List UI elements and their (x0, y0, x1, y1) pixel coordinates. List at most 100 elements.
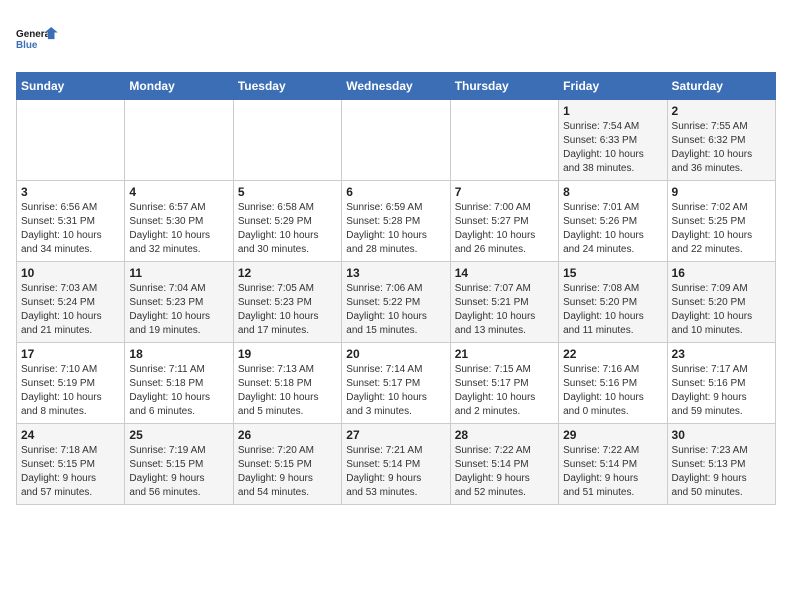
day-number: 21 (455, 347, 554, 361)
day-cell: 29 Sunrise: 7:22 AM Sunset: 5:14 PM Dayli… (559, 424, 667, 505)
day-info: Sunrise: 7:15 AM Sunset: 5:17 PM Dayligh… (455, 363, 554, 419)
day-number: 10 (21, 266, 120, 280)
day-number: 11 (129, 266, 228, 280)
day-cell: 14 Sunrise: 7:07 AM Sunset: 5:21 PM Dayli… (450, 262, 558, 343)
day-number: 17 (21, 347, 120, 361)
day-number: 9 (672, 185, 771, 199)
day-number: 25 (129, 428, 228, 442)
day-info: Sunrise: 7:06 AM Sunset: 5:22 PM Dayligh… (346, 282, 445, 338)
day-cell: 11 Sunrise: 7:04 AM Sunset: 5:23 PM Dayli… (125, 262, 233, 343)
day-info: Sunrise: 7:04 AM Sunset: 5:23 PM Dayligh… (129, 282, 228, 338)
day-number: 18 (129, 347, 228, 361)
day-info: Sunrise: 7:00 AM Sunset: 5:27 PM Dayligh… (455, 201, 554, 257)
day-cell: 5 Sunrise: 6:58 AM Sunset: 5:29 PM Daylig… (233, 181, 341, 262)
day-number: 2 (672, 104, 771, 118)
week-row-3: 10 Sunrise: 7:03 AM Sunset: 5:24 PM Dayli… (17, 262, 776, 343)
day-info: Sunrise: 7:13 AM Sunset: 5:18 PM Dayligh… (238, 363, 337, 419)
day-cell: 4 Sunrise: 6:57 AM Sunset: 5:30 PM Daylig… (125, 181, 233, 262)
day-cell: 17 Sunrise: 7:10 AM Sunset: 5:19 PM Dayli… (17, 343, 125, 424)
day-info: Sunrise: 6:56 AM Sunset: 5:31 PM Dayligh… (21, 201, 120, 257)
day-number: 16 (672, 266, 771, 280)
day-number: 12 (238, 266, 337, 280)
header-thursday: Thursday (450, 73, 558, 100)
day-cell: 16 Sunrise: 7:09 AM Sunset: 5:20 PM Dayli… (667, 262, 775, 343)
day-info: Sunrise: 7:20 AM Sunset: 5:15 PM Dayligh… (238, 444, 337, 500)
day-cell: 25 Sunrise: 7:19 AM Sunset: 5:15 PM Dayli… (125, 424, 233, 505)
day-info: Sunrise: 7:22 AM Sunset: 5:14 PM Dayligh… (455, 444, 554, 500)
day-number: 4 (129, 185, 228, 199)
day-cell: 3 Sunrise: 6:56 AM Sunset: 5:31 PM Daylig… (17, 181, 125, 262)
day-cell: 28 Sunrise: 7:22 AM Sunset: 5:14 PM Dayli… (450, 424, 558, 505)
day-cell: 12 Sunrise: 7:05 AM Sunset: 5:23 PM Dayli… (233, 262, 341, 343)
day-number: 26 (238, 428, 337, 442)
day-info: Sunrise: 7:09 AM Sunset: 5:20 PM Dayligh… (672, 282, 771, 338)
header-monday: Monday (125, 73, 233, 100)
day-number: 22 (563, 347, 662, 361)
day-cell: 2 Sunrise: 7:55 AM Sunset: 6:32 PM Daylig… (667, 100, 775, 181)
week-row-2: 3 Sunrise: 6:56 AM Sunset: 5:31 PM Daylig… (17, 181, 776, 262)
day-info: Sunrise: 6:57 AM Sunset: 5:30 PM Dayligh… (129, 201, 228, 257)
day-number: 15 (563, 266, 662, 280)
day-cell: 24Sunrise: 7:18 AM Sunset: 5:15 PM Dayli… (17, 424, 125, 505)
day-info: Sunrise: 7:21 AM Sunset: 5:14 PM Dayligh… (346, 444, 445, 500)
day-cell: 18 Sunrise: 7:11 AM Sunset: 5:18 PM Dayli… (125, 343, 233, 424)
day-cell: 19Sunrise: 7:13 AM Sunset: 5:18 PM Dayli… (233, 343, 341, 424)
day-info: Sunrise: 7:05 AM Sunset: 5:23 PM Dayligh… (238, 282, 337, 338)
day-cell: 13 Sunrise: 7:06 AM Sunset: 5:22 PM Dayli… (342, 262, 450, 343)
calendar-header-row: SundayMondayTuesdayWednesdayThursdayFrid… (17, 73, 776, 100)
header-saturday: Saturday (667, 73, 775, 100)
day-info: Sunrise: 7:19 AM Sunset: 5:15 PM Dayligh… (129, 444, 228, 500)
day-cell: 23 Sunrise: 7:17 AM Sunset: 5:16 PM Dayli… (667, 343, 775, 424)
day-number: 14 (455, 266, 554, 280)
day-info: Sunrise: 7:08 AM Sunset: 5:20 PM Dayligh… (563, 282, 662, 338)
day-cell: 30 Sunrise: 7:23 AM Sunset: 5:13 PM Dayli… (667, 424, 775, 505)
day-cell: 21 Sunrise: 7:15 AM Sunset: 5:17 PM Dayli… (450, 343, 558, 424)
day-cell: 1Sunrise: 7:54 AM Sunset: 6:33 PM Daylig… (559, 100, 667, 181)
day-number: 7 (455, 185, 554, 199)
day-cell: 10 Sunrise: 7:03 AM Sunset: 5:24 PM Dayli… (17, 262, 125, 343)
day-info: Sunrise: 7:55 AM Sunset: 6:32 PM Dayligh… (672, 120, 771, 176)
header-friday: Friday (559, 73, 667, 100)
day-cell: 27 Sunrise: 7:21 AM Sunset: 5:14 PM Dayli… (342, 424, 450, 505)
day-info: Sunrise: 7:07 AM Sunset: 5:21 PM Dayligh… (455, 282, 554, 338)
day-cell (125, 100, 233, 181)
day-number: 23 (672, 347, 771, 361)
week-row-5: 24Sunrise: 7:18 AM Sunset: 5:15 PM Dayli… (17, 424, 776, 505)
day-cell: 22 Sunrise: 7:16 AM Sunset: 5:16 PM Dayli… (559, 343, 667, 424)
day-number: 30 (672, 428, 771, 442)
day-number: 28 (455, 428, 554, 442)
day-info: Sunrise: 6:58 AM Sunset: 5:29 PM Dayligh… (238, 201, 337, 257)
day-info: Sunrise: 7:10 AM Sunset: 5:19 PM Dayligh… (21, 363, 120, 419)
week-row-1: 1Sunrise: 7:54 AM Sunset: 6:33 PM Daylig… (17, 100, 776, 181)
day-cell: 6Sunrise: 6:59 AM Sunset: 5:28 PM Daylig… (342, 181, 450, 262)
day-number: 1 (563, 104, 662, 118)
day-cell: 26 Sunrise: 7:20 AM Sunset: 5:15 PM Dayli… (233, 424, 341, 505)
day-cell: 20Sunrise: 7:14 AM Sunset: 5:17 PM Dayli… (342, 343, 450, 424)
day-number: 5 (238, 185, 337, 199)
day-info: Sunrise: 7:03 AM Sunset: 5:24 PM Dayligh… (21, 282, 120, 338)
day-info: Sunrise: 7:17 AM Sunset: 5:16 PM Dayligh… (672, 363, 771, 419)
day-cell: 15 Sunrise: 7:08 AM Sunset: 5:20 PM Dayli… (559, 262, 667, 343)
calendar-table: SundayMondayTuesdayWednesdayThursdayFrid… (16, 72, 776, 505)
day-number: 27 (346, 428, 445, 442)
header-sunday: Sunday (17, 73, 125, 100)
day-cell (450, 100, 558, 181)
page-header: General Blue (16, 16, 776, 60)
day-info: Sunrise: 7:23 AM Sunset: 5:13 PM Dayligh… (672, 444, 771, 500)
day-number: 6 (346, 185, 445, 199)
day-info: Sunrise: 7:11 AM Sunset: 5:18 PM Dayligh… (129, 363, 228, 419)
day-info: Sunrise: 7:01 AM Sunset: 5:26 PM Dayligh… (563, 201, 662, 257)
day-cell: 8 Sunrise: 7:01 AM Sunset: 5:26 PM Daylig… (559, 181, 667, 262)
day-info: Sunrise: 7:14 AM Sunset: 5:17 PM Dayligh… (346, 363, 445, 419)
day-info: Sunrise: 7:16 AM Sunset: 5:16 PM Dayligh… (563, 363, 662, 419)
day-number: 29 (563, 428, 662, 442)
header-tuesday: Tuesday (233, 73, 341, 100)
day-cell (17, 100, 125, 181)
day-number: 13 (346, 266, 445, 280)
day-info: Sunrise: 7:22 AM Sunset: 5:14 PM Dayligh… (563, 444, 662, 500)
day-number: 3 (21, 185, 120, 199)
day-info: Sunrise: 7:18 AM Sunset: 5:15 PM Dayligh… (21, 444, 120, 500)
logo-svg: General Blue (16, 16, 60, 60)
day-number: 8 (563, 185, 662, 199)
day-cell: 7 Sunrise: 7:00 AM Sunset: 5:27 PM Daylig… (450, 181, 558, 262)
